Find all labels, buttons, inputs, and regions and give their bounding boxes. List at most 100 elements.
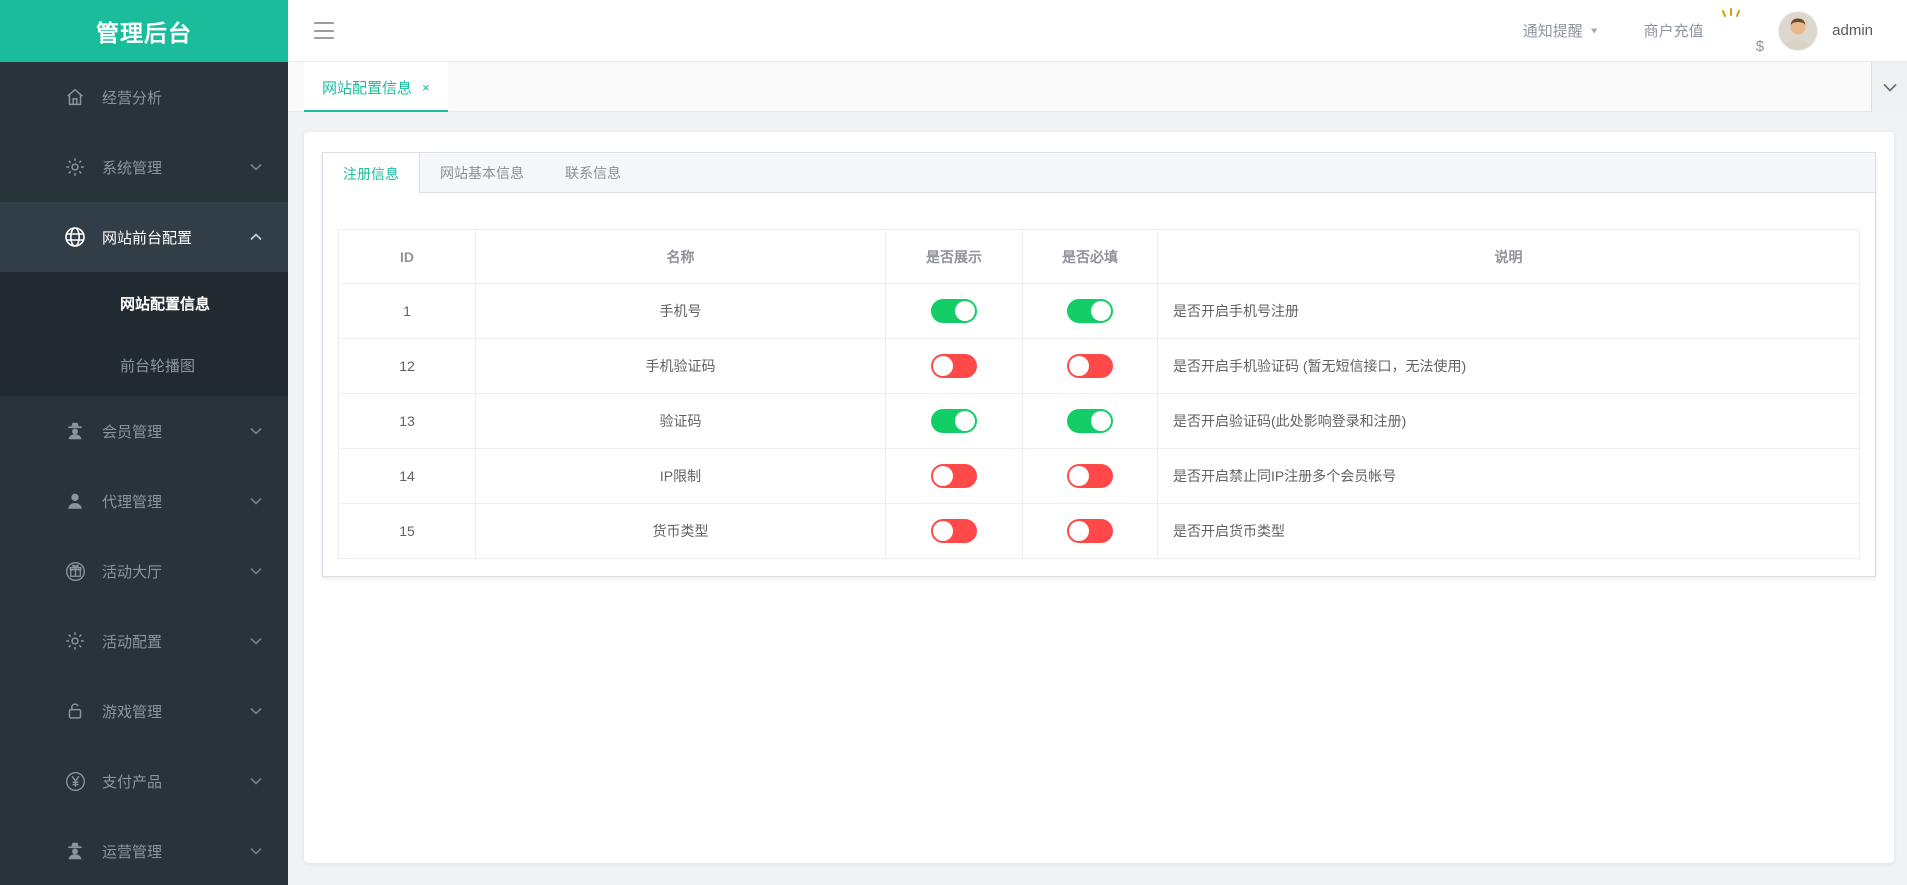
- gear-icon: [62, 154, 88, 180]
- gear-icon: [62, 628, 88, 654]
- cell-name: 验证码: [475, 393, 886, 449]
- required-toggle[interactable]: [1067, 299, 1113, 323]
- col-header-desc: 说明: [1157, 229, 1860, 284]
- sidebar-item-label: 网站前台配置: [102, 229, 193, 247]
- sidebar-subitem-label: 前台轮播图: [120, 357, 196, 375]
- required-toggle[interactable]: [1067, 464, 1113, 488]
- main-content: 注册信息 网站基本信息 联系信息 ID 名称 是否展示 是否必填 说明 1 手机…: [288, 112, 1907, 885]
- cell-id: 13: [338, 393, 476, 449]
- member-spy-icon: [62, 838, 88, 864]
- gift-icon: [62, 558, 88, 584]
- person-icon: [62, 488, 88, 514]
- sidebar-item-label: 经营分析: [102, 89, 163, 107]
- yen-circle-icon: [62, 768, 88, 794]
- cell-name: 手机验证码: [475, 338, 886, 394]
- sidebar-item-activity-config[interactable]: 活动配置: [0, 606, 288, 676]
- chevron-up-icon: [250, 233, 262, 241]
- content-panel: 注册信息 网站基本信息 联系信息 ID 名称 是否展示 是否必填 说明 1 手机…: [304, 132, 1894, 863]
- notice-dropdown[interactable]: 通知提醒 ▼: [1523, 20, 1600, 41]
- sidebar-item-agent-mgmt[interactable]: 代理管理: [0, 466, 288, 536]
- table-row: 13 验证码 是否开启验证码(此处影响登录和注册): [338, 393, 1860, 449]
- cell-name: 货币类型: [475, 503, 886, 559]
- required-toggle[interactable]: [1067, 519, 1113, 543]
- cell-id: 14: [338, 448, 476, 504]
- col-header-required: 是否必填: [1022, 229, 1158, 284]
- merchant-recharge-button[interactable]: 商户充值 $: [1643, 7, 1764, 55]
- show-toggle[interactable]: [931, 299, 977, 323]
- sidebar-item-label: 支付产品: [102, 773, 163, 791]
- sidebar-item-activity-hall[interactable]: 活动大厅: [0, 536, 288, 606]
- chevron-down-icon: [250, 497, 262, 505]
- sidebar-subitem-frontend-carousel[interactable]: 前台轮播图: [0, 334, 288, 396]
- sidebar-item-payment-products[interactable]: 支付产品: [0, 746, 288, 816]
- route-tab-label: 网站配置信息: [322, 79, 413, 97]
- sidebar-collapse-icon[interactable]: [314, 22, 334, 39]
- chevron-down-icon: [250, 163, 262, 171]
- lock-open-icon: [62, 698, 88, 724]
- col-header-show: 是否展示: [885, 229, 1023, 284]
- chevron-down-icon: ▼: [1588, 25, 1600, 36]
- globe-icon: [62, 224, 88, 250]
- notice-label: 通知提醒: [1522, 23, 1583, 40]
- cell-description: 是否开启货币类型: [1157, 503, 1860, 559]
- close-icon[interactable]: ×: [422, 80, 430, 95]
- cell-name: IP限制: [475, 448, 886, 504]
- sidebar-item-site-frontend-config[interactable]: 网站前台配置: [0, 202, 288, 272]
- sidebar-item-label: 系统管理: [102, 159, 163, 177]
- route-tab-site-config[interactable]: 网站配置信息 ×: [304, 62, 448, 113]
- sidebar-item-member-mgmt[interactable]: 会员管理: [0, 396, 288, 466]
- cell-description: 是否开启验证码(此处影响登录和注册): [1157, 393, 1860, 449]
- sidebar-item-label: 活动配置: [102, 633, 163, 651]
- col-header-id: ID: [338, 229, 476, 284]
- sidebar-item-game-mgmt[interactable]: 游戏管理: [0, 676, 288, 746]
- tab-contact-info[interactable]: 联系信息: [545, 153, 642, 193]
- table-header-row: ID 名称 是否展示 是否必填 说明: [338, 229, 1860, 284]
- route-tab-strip: 网站配置信息 ×: [288, 62, 1907, 113]
- recharge-label: 商户充值: [1643, 23, 1704, 40]
- chevron-down-icon: [250, 707, 262, 715]
- required-toggle[interactable]: [1067, 354, 1113, 378]
- show-toggle[interactable]: [931, 464, 977, 488]
- tab-label: 注册信息: [343, 165, 399, 182]
- sidebar-item-label: 游戏管理: [102, 703, 163, 721]
- chevron-down-icon: [1882, 80, 1897, 95]
- chevron-down-icon: [250, 777, 262, 785]
- cell-id: 15: [338, 503, 476, 559]
- sidebar-item-label: 代理管理: [102, 493, 163, 511]
- show-toggle[interactable]: [931, 354, 977, 378]
- col-header-name: 名称: [475, 229, 886, 284]
- config-tabs-card: 注册信息 网站基本信息 联系信息 ID 名称 是否展示 是否必填 说明 1 手机…: [322, 152, 1876, 577]
- cell-id: 1: [338, 283, 476, 339]
- required-toggle[interactable]: [1067, 409, 1113, 433]
- tabstrip-chevron-button[interactable]: [1871, 62, 1907, 112]
- sidebar-item-label: 会员管理: [102, 423, 163, 441]
- app-logo-title: 管理后台: [0, 0, 288, 62]
- cell-id: 12: [338, 338, 476, 394]
- chevron-down-icon: [250, 847, 262, 855]
- member-spy-icon: [62, 418, 88, 444]
- table-row: 14 IP限制 是否开启禁止同IP注册多个会员帐号: [338, 448, 1860, 504]
- table-row: 1 手机号 是否开启手机号注册: [338, 283, 1860, 339]
- sidebar-subitem-label: 网站配置信息: [120, 295, 211, 313]
- chevron-down-icon: [250, 567, 262, 575]
- sidebar-item-operation-mgmt[interactable]: 运营管理: [0, 816, 288, 885]
- avatar[interactable]: [1778, 10, 1819, 51]
- table-row: 15 货币类型 是否开启货币类型: [338, 503, 1860, 559]
- cell-description: 是否开启手机号注册: [1157, 283, 1860, 339]
- sidebar-item-system-mgmt[interactable]: 系统管理: [0, 132, 288, 202]
- tab-site-basic-info[interactable]: 网站基本信息: [420, 153, 545, 193]
- username: admin: [1832, 22, 1873, 39]
- home-icon: [62, 84, 88, 110]
- sidebar-item-business-analysis[interactable]: 经营分析: [0, 62, 288, 132]
- tab-register-info[interactable]: 注册信息: [323, 153, 420, 194]
- show-toggle[interactable]: [931, 409, 977, 433]
- table-row: 12 手机验证码 是否开启手机验证码 (暂无短信接口，无法使用): [338, 338, 1860, 394]
- coin-hand-icon: $: [1710, 7, 1764, 55]
- tab-panel-register-info: ID 名称 是否展示 是否必填 说明 1 手机号 是否开启手机号注册 12 手机…: [323, 193, 1875, 574]
- sidebar-subitem-site-config-info[interactable]: 网站配置信息: [0, 272, 288, 334]
- chevron-down-icon: [250, 427, 262, 435]
- cell-name: 手机号: [475, 283, 886, 339]
- sidebar-item-label: 活动大厅: [102, 563, 163, 581]
- show-toggle[interactable]: [931, 519, 977, 543]
- config-table: ID 名称 是否展示 是否必填 说明 1 手机号 是否开启手机号注册 12 手机…: [338, 229, 1860, 559]
